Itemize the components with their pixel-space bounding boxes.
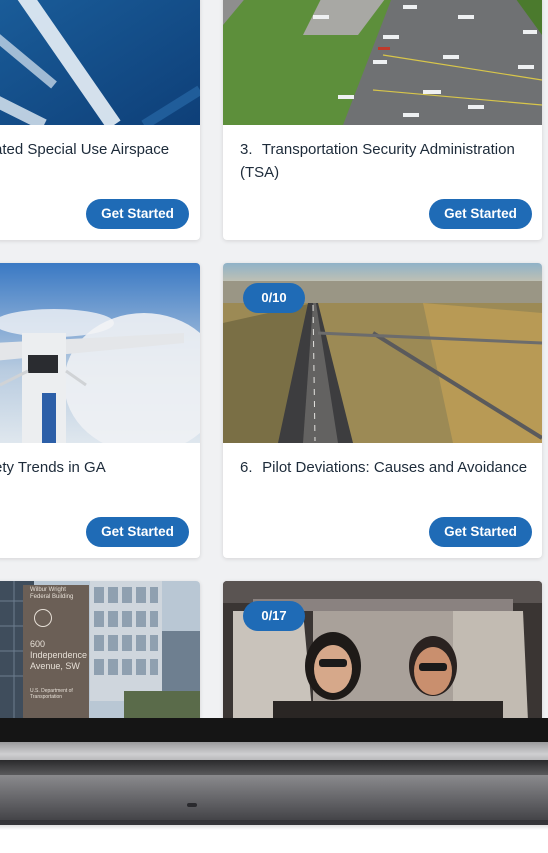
building-sign: Wilbur Wright Federal Building 600 Indep… (30, 587, 88, 700)
course-title: ety Trends in GA (0, 459, 106, 476)
progress-badge: 0/17 (243, 601, 305, 631)
sign-address: Avenue, SW (30, 661, 80, 671)
sign-line: Wilbur Wright (30, 587, 66, 593)
course-name: Transportation Security Administration (… (240, 141, 515, 181)
get-started-button[interactable]: Get Started (86, 517, 189, 547)
sign-line: Transportation (30, 694, 63, 700)
get-started-button[interactable]: Get Started (429, 199, 532, 229)
seal-icon (34, 609, 52, 627)
course-grid: ated Special Use Airspace Get Started 3.… (0, 0, 548, 718)
get-started-button[interactable]: Get Started (86, 199, 189, 229)
laptop-shadow (0, 820, 548, 830)
sign-address: Independence (30, 650, 88, 660)
laptop-hinge-slot (0, 760, 548, 775)
laptop-bezel (0, 718, 548, 742)
laptop-sensor (187, 803, 197, 807)
sign-address: 600 (30, 639, 46, 649)
course-name: Pilot Deviations: Causes and Avoidance (262, 459, 528, 476)
laptop-base (0, 775, 548, 825)
course-card[interactable]: 3. Transportation Security Administratio… (223, 0, 542, 240)
airport-ramp-image (223, 0, 542, 125)
course-title: 6. Pilot Deviations: Causes and Avoidanc… (240, 456, 540, 479)
course-card[interactable]: 0/17 (223, 581, 542, 718)
course-card[interactable]: 0/10 6. Pilot Deviations: Causes and Avo… (223, 263, 542, 558)
course-number: 6. (240, 459, 253, 476)
course-title: ated Special Use Airspace (0, 141, 170, 158)
course-card[interactable]: ety Trends in GA Get Started (0, 263, 200, 558)
course-card[interactable]: Wilbur Wright Federal Building 600 Indep… (0, 581, 200, 718)
course-number: 3. (240, 141, 253, 158)
contrails-image (0, 0, 200, 125)
course-title: 3. Transportation Security Administratio… (240, 138, 530, 184)
get-started-button[interactable]: Get Started (429, 517, 532, 547)
course-card[interactable]: ated Special Use Airspace Get Started (0, 0, 200, 240)
sign-line: Federal Building (30, 594, 74, 600)
progress-badge: 0/10 (243, 283, 305, 313)
aircraft-wing-image (0, 263, 200, 443)
